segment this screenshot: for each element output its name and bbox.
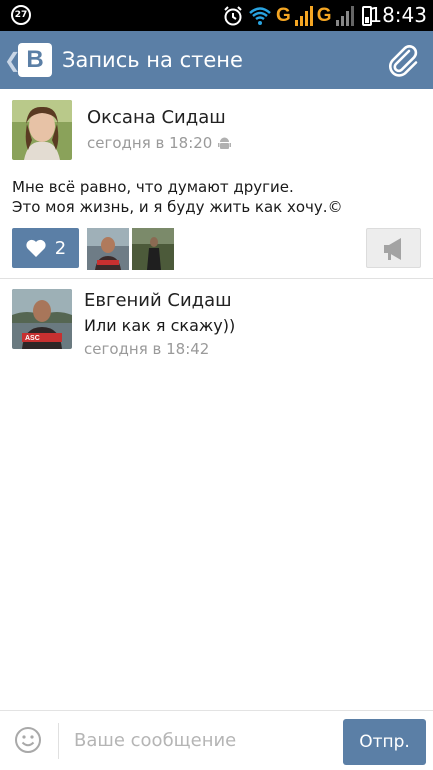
page-title: Запись на стене [62,48,243,72]
message-composer: Отпр. [0,710,433,770]
megaphone-icon [384,238,401,260]
smiley-icon[interactable] [14,726,42,754]
paperclip-icon[interactable] [385,43,421,79]
post-text: Мне всё равно, что думают другие. Это мо… [12,178,343,216]
send-button[interactable]: Отпр. [343,719,426,765]
author-name[interactable]: Оксана Сидаш [87,106,226,130]
network-type-1: G [276,5,291,26]
comment-time: сегодня в 18:42 [84,340,210,358]
commenter-avatar[interactable]: ASC [12,289,72,349]
alarm-icon [224,6,242,26]
like-count: 2 [54,237,67,259]
composer-separator [58,723,59,759]
signal-icon-2 [335,6,354,26]
notification-badge: 27 [11,5,31,25]
post-divider [0,278,433,279]
share-button[interactable] [366,228,421,268]
signal-icon-1 [294,6,313,26]
app-bar: ❮ B Запись на стене [0,31,433,89]
message-input[interactable] [74,725,329,755]
status-bar: 27 G G 18:43 [0,0,433,31]
post-time-row: сегодня в 18:20 [87,133,232,153]
network-type-2: G [316,5,332,26]
post-time: сегодня в 18:20 [87,134,213,152]
liker-avatar-2[interactable] [132,228,174,270]
status-icons: G G [222,4,372,28]
author-avatar[interactable] [12,100,72,160]
svg-text:ASC: ASC [25,335,40,342]
vk-logo[interactable]: B [18,43,52,77]
heart-icon [26,239,46,257]
liker-avatar-1[interactable] [87,228,129,270]
status-time: 18:43 [369,3,427,27]
android-icon [218,137,232,149]
wifi-icon [249,7,271,25]
comment-text: Или как я скажу)) [84,316,236,335]
commenter-name[interactable]: Евгений Сидаш [84,289,232,313]
like-button[interactable]: 2 [12,228,79,268]
